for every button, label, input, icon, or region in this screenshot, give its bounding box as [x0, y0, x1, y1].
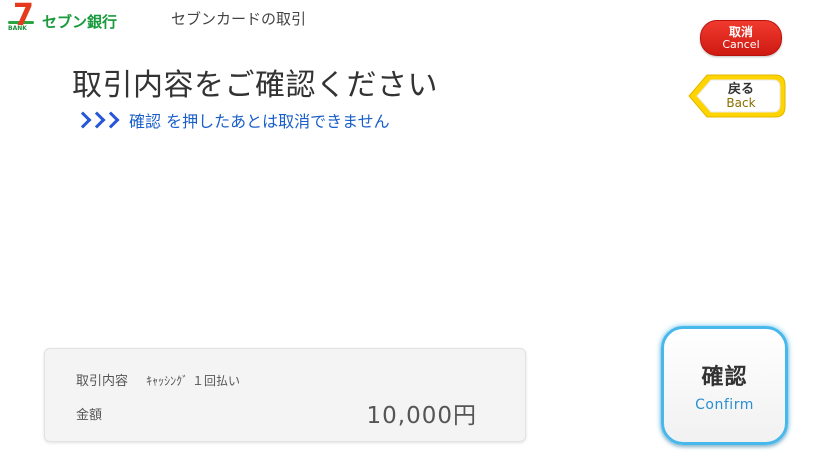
transaction-type-value: ｷｬｯｼﾝｸﾞ １回払い — [146, 374, 240, 388]
back-button-label: 戻る Back — [705, 79, 777, 113]
instruction-text: 確認 を押したあとは取消できません — [129, 112, 390, 131]
header-title: セブンカードの取引 — [171, 10, 307, 28]
seven-bank-logo-icon: 7 BANK — [8, 1, 38, 35]
confirm-button-label-en: Confirm — [695, 396, 754, 413]
brand-logo: 7 BANK セブン銀行 — [8, 1, 118, 36]
cancel-button[interactable]: 取消 Cancel — [700, 20, 782, 56]
back-button-label-en: Back — [726, 95, 756, 110]
transaction-summary-card: 取引内容 ｷｬｯｼﾝｸﾞ １回払い 金額 10,000円 — [44, 348, 526, 442]
amount-value: 10,000円 — [366, 403, 477, 429]
transaction-type-label: 取引内容 — [76, 374, 129, 389]
confirm-button[interactable]: 確認 Confirm — [661, 326, 788, 445]
logo-bank-subtext: BANK — [8, 25, 27, 32]
back-button[interactable]: 戻る Back — [687, 73, 787, 119]
instruction-note: 確認 を押したあとは取消できません — [74, 108, 390, 132]
cancel-button-label-jp: 取消 — [728, 24, 753, 39]
triple-chevron-right-icon — [74, 111, 120, 129]
page-title: 取引内容をご確認ください — [72, 68, 438, 103]
amount-label: 金額 — [76, 408, 103, 423]
confirm-button-label-jp: 確認 — [701, 364, 748, 390]
transaction-type-row: 取引内容 ｷｬｯｼﾝｸﾞ １回払い — [76, 370, 240, 389]
logo-text: セブン銀行 — [42, 12, 118, 31]
cancel-button-label-en: Cancel — [722, 37, 760, 51]
back-button-label-jp: 戻る — [727, 81, 754, 97]
